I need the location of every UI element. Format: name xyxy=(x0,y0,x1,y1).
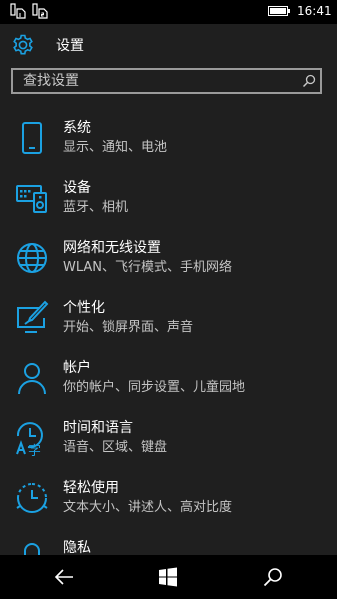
status-bar: 16:41 xyxy=(0,0,337,24)
time-language-icon: 字 xyxy=(16,422,43,456)
settings-app: 设置 系统 显示、通知、电池 xyxy=(0,24,337,555)
item-title: 隐私 xyxy=(63,540,91,555)
phone-icon xyxy=(22,122,42,154)
item-subtitle: 蓝牙、相机 xyxy=(63,200,129,215)
item-subtitle: 开始、锁屏界面、声音 xyxy=(63,320,194,335)
page-title: 设置 xyxy=(56,38,84,54)
item-title: 设备 xyxy=(63,180,91,196)
windows-logo-icon xyxy=(159,567,177,587)
item-title: 系统 xyxy=(63,120,91,136)
search-button[interactable] xyxy=(243,555,303,599)
item-title: 时间和语言 xyxy=(63,420,133,436)
gear-icon xyxy=(13,34,33,55)
battery-full-icon xyxy=(268,6,290,16)
clock-time: 16:41 xyxy=(297,4,332,18)
settings-item-accounts[interactable]: 帐户 你的帐户、同步设置、儿童园地 xyxy=(0,350,337,410)
settings-item-time-language[interactable]: 字 时间和语言 语音、区域、键盘 xyxy=(0,410,337,470)
sim-card-1-icon xyxy=(10,3,26,19)
settings-item-ease-of-access[interactable]: 轻松使用 文本大小、讲述人、高对比度 xyxy=(0,470,337,530)
devices-icon xyxy=(16,185,47,213)
start-button[interactable] xyxy=(138,555,198,599)
person-icon xyxy=(18,363,46,395)
personalize-icon xyxy=(17,300,49,333)
item-title: 轻松使用 xyxy=(63,480,119,496)
settings-item-network[interactable]: 网络和无线设置 WLAN、飞行模式、手机网络 xyxy=(0,230,337,290)
settings-item-devices[interactable]: 设备 蓝牙、相机 xyxy=(0,170,337,230)
lock-icon xyxy=(24,543,40,555)
ease-of-access-icon xyxy=(16,483,48,513)
item-title: 个性化 xyxy=(63,300,105,316)
search-icon xyxy=(263,568,282,587)
search-input[interactable] xyxy=(13,70,303,92)
globe-icon xyxy=(17,243,47,273)
svg-text:字: 字 xyxy=(28,444,41,456)
item-subtitle: 文本大小、讲述人、高对比度 xyxy=(63,500,233,515)
search-icon[interactable] xyxy=(301,73,317,89)
settings-item-privacy[interactable]: 隐私 xyxy=(0,530,337,555)
item-subtitle: 语音、区域、键盘 xyxy=(63,440,168,455)
back-button[interactable] xyxy=(34,555,94,599)
settings-list: 系统 显示、通知、电池 设备 蓝牙、相机 网络和无线设置 WLAN、飞行模式、手… xyxy=(0,110,337,555)
navigation-bar xyxy=(0,555,337,599)
item-subtitle: 你的帐户、同步设置、儿童园地 xyxy=(63,380,246,395)
item-title: 网络和无线设置 xyxy=(63,240,161,256)
item-title: 帐户 xyxy=(63,360,91,376)
item-subtitle: WLAN、飞行模式、手机网络 xyxy=(63,260,233,275)
search-box[interactable] xyxy=(11,68,322,94)
settings-item-personalization[interactable]: 个性化 开始、锁屏界面、声音 xyxy=(0,290,337,350)
page-header: 设置 xyxy=(0,24,337,68)
item-subtitle: 显示、通知、电池 xyxy=(63,140,168,155)
back-arrow-icon xyxy=(54,569,73,585)
sim-card-2-icon xyxy=(32,3,48,19)
settings-item-system[interactable]: 系统 显示、通知、电池 xyxy=(0,110,337,170)
